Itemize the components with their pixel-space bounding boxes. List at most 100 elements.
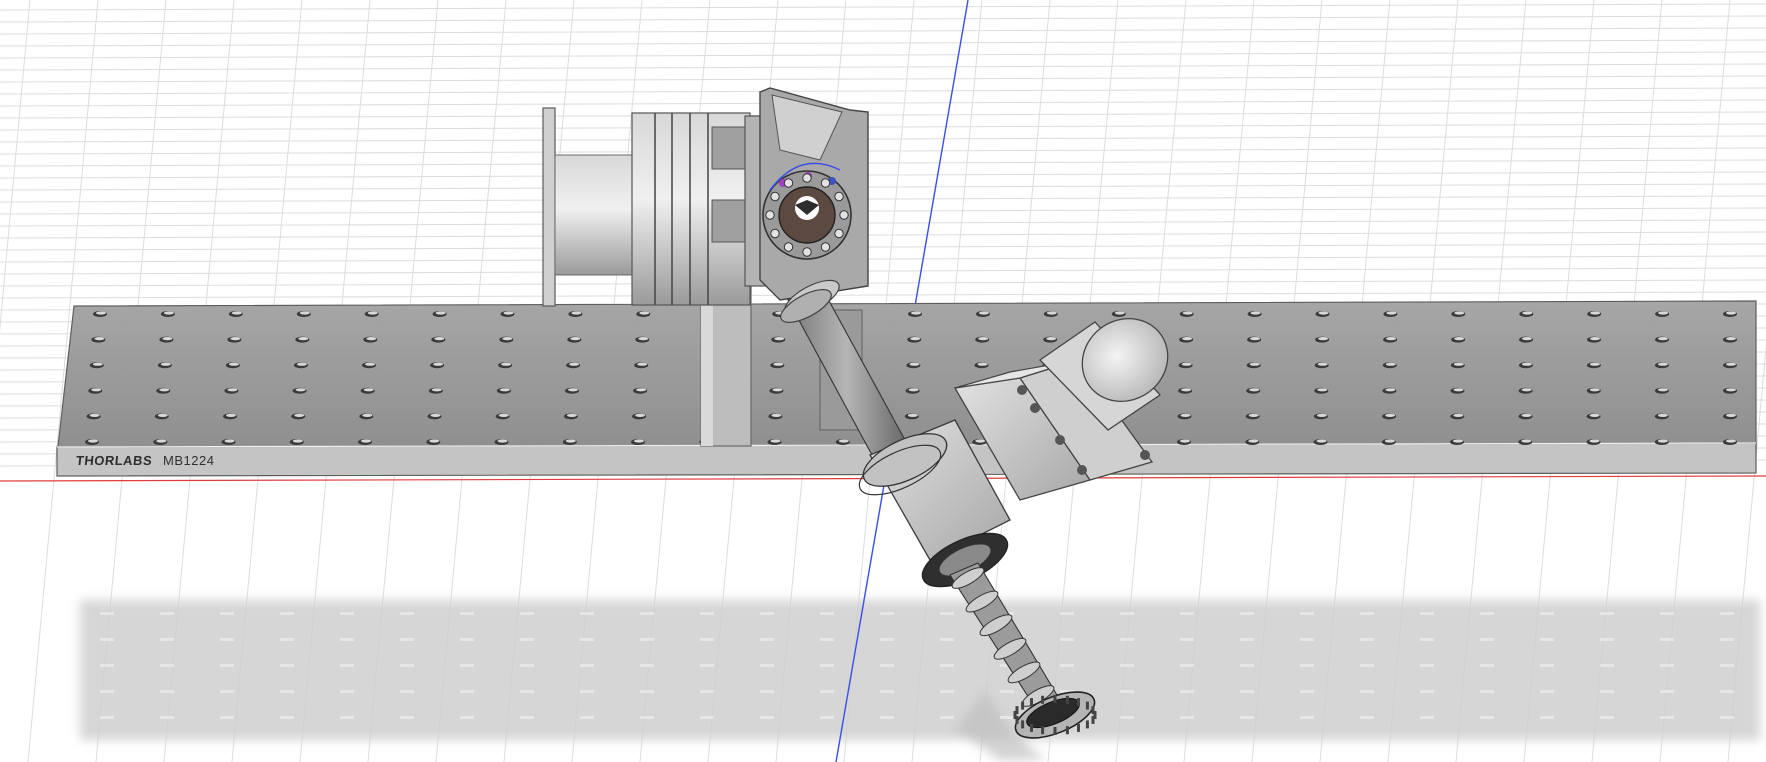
shadow-hole xyxy=(580,612,594,615)
shadow-hole xyxy=(1240,690,1254,693)
breadboard-hole-highlight xyxy=(431,388,442,392)
breadboard-hole-highlight xyxy=(96,311,106,315)
breadboard-hole-highlight xyxy=(434,337,445,341)
shadow-hole xyxy=(1420,612,1434,615)
breadboard-hole-highlight xyxy=(639,311,650,315)
shadow-hole xyxy=(1300,664,1314,667)
breadboard-hole-highlight xyxy=(227,388,238,392)
breadboard-hole-highlight xyxy=(156,439,167,443)
knob-tooth xyxy=(1077,698,1080,707)
shadow-hole xyxy=(100,638,114,641)
breadboard-hole-highlight xyxy=(1726,439,1736,443)
shadow-hole xyxy=(640,664,654,667)
chamber-bolt xyxy=(820,242,831,252)
shadow-hole xyxy=(100,664,114,667)
shadow-hole xyxy=(1540,664,1554,667)
breadboard-hole-highlight xyxy=(1248,413,1259,417)
shadow-hole xyxy=(640,638,654,641)
grid-line xyxy=(0,51,1766,59)
shadow-hole xyxy=(1420,638,1434,641)
shadow-hole xyxy=(160,612,174,615)
shadow-hole xyxy=(940,664,954,667)
breadboard-hole-highlight xyxy=(770,439,781,443)
breadboard-hole-highlight xyxy=(1181,388,1192,392)
shadow-hole xyxy=(1540,638,1554,641)
breadboard-hole-highlight xyxy=(1453,439,1463,443)
breadboard-hole-highlight xyxy=(773,362,784,366)
knob-tooth xyxy=(1015,706,1019,715)
chamber-bolt xyxy=(839,210,849,220)
breadboard-hole-highlight xyxy=(433,362,444,366)
shadow-hole xyxy=(460,690,474,693)
chamber-bolt xyxy=(770,228,780,239)
shadow-hole xyxy=(1720,638,1734,641)
breadboard-hole-highlight xyxy=(569,362,580,366)
breadboard-hole-highlight xyxy=(226,413,236,417)
shadow-hole xyxy=(280,638,294,641)
breadboard-hole-highlight xyxy=(435,311,446,315)
shadow-hole xyxy=(1120,664,1134,667)
breadboard-hole-highlight xyxy=(1726,413,1736,417)
breadboard-hole-highlight xyxy=(1454,311,1465,315)
shadow-hole xyxy=(1720,716,1734,719)
shadow-hole xyxy=(880,690,894,693)
breadboard-hole-highlight xyxy=(1385,362,1396,366)
breadboard-hole-highlight xyxy=(224,439,235,443)
breadboard-hole-highlight xyxy=(1589,388,1600,392)
breadboard-hole-highlight xyxy=(497,439,508,443)
breadboard-hole-highlight xyxy=(1249,388,1260,392)
knob-tooth xyxy=(1085,701,1089,710)
breadboard-hole-highlight xyxy=(1046,311,1057,315)
breadboard-hole-highlight xyxy=(637,362,648,366)
shadow-hole xyxy=(580,664,594,667)
breadboard-hole-highlight xyxy=(228,362,239,366)
shadow-hole xyxy=(760,612,774,615)
chamber-bolt xyxy=(802,247,812,257)
knob-tooth xyxy=(1041,726,1045,735)
shadow-hole xyxy=(1180,664,1194,667)
shadow-hole xyxy=(160,664,174,667)
shadow-hole xyxy=(820,690,834,693)
breadboard-hole-highlight xyxy=(91,388,102,392)
shadow-hole xyxy=(880,638,894,641)
shadow-hole xyxy=(580,716,594,719)
breadboard-hole-highlight xyxy=(1316,439,1327,443)
breadboard-hole-highlight xyxy=(162,337,173,341)
breadboard-hole-highlight xyxy=(1384,439,1395,443)
shadow-hole xyxy=(1600,716,1614,719)
breadboard-hole-highlight xyxy=(1657,388,1668,392)
breadboard-hole-highlight xyxy=(1589,439,1600,443)
knob-tooth xyxy=(1053,695,1057,703)
breadboard-hole-highlight xyxy=(1181,362,1192,366)
grid-line xyxy=(0,243,1766,251)
shadow-hole xyxy=(880,612,894,615)
shadow-hole xyxy=(1660,690,1674,693)
breadboard-hole-highlight xyxy=(570,337,581,341)
breadboard-hole-highlight xyxy=(1114,311,1125,315)
shadow-hole xyxy=(940,612,954,615)
chamber-bolt xyxy=(783,178,794,188)
breadboard-hole-highlight xyxy=(1521,388,1532,392)
shadow-hole xyxy=(820,664,834,667)
vacuum-flange-assembly[interactable] xyxy=(542,87,869,307)
breadboard-hole-highlight xyxy=(1250,311,1261,315)
breadboard-hole-highlight xyxy=(909,362,920,366)
breadboard-hole-highlight xyxy=(772,388,783,392)
breadboard-hole-highlight xyxy=(501,362,512,366)
shadow-hole xyxy=(100,612,114,615)
cad-3d-viewport[interactable]: THORLABS MB1224 xyxy=(0,0,1766,762)
shadow-hole xyxy=(640,612,654,615)
breadboard-hole-highlight xyxy=(430,413,441,417)
shadow-hole xyxy=(340,664,354,667)
shadow-hole xyxy=(1300,638,1314,641)
breadboard-hole-highlight xyxy=(1589,362,1600,366)
shadow-hole xyxy=(1660,716,1674,719)
shadow-hole xyxy=(520,664,534,667)
shadow-hole xyxy=(820,638,834,641)
grid-line xyxy=(0,3,1766,11)
breadboard-hole-highlight xyxy=(908,388,919,392)
shadow-hole xyxy=(1120,612,1134,615)
shadow-hole xyxy=(340,612,354,615)
breadboard-hole-highlight xyxy=(89,413,100,417)
breadboard-hole-highlight xyxy=(1590,337,1600,341)
